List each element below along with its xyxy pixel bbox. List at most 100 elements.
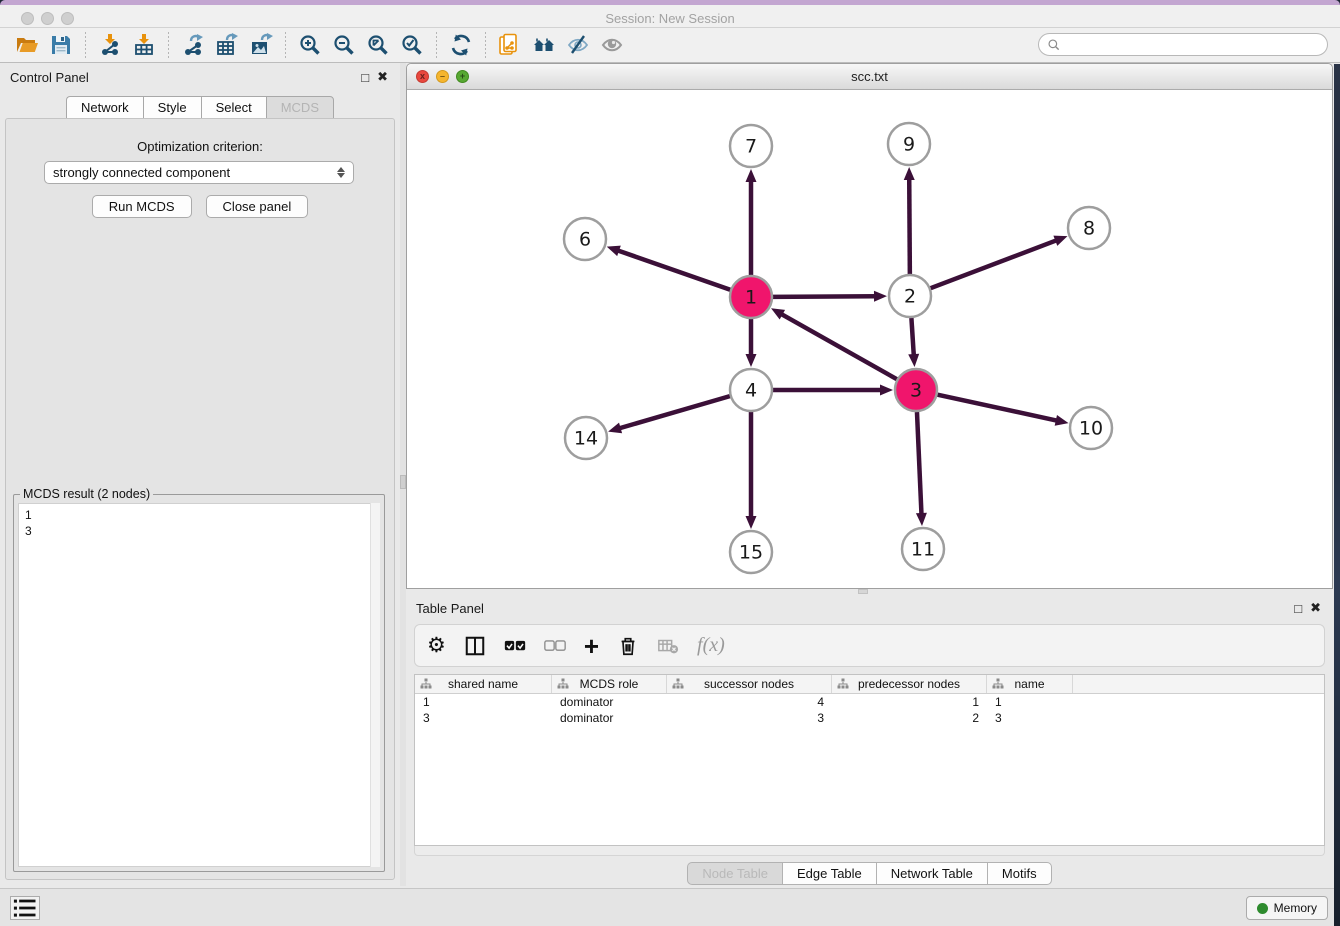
open-file-icon[interactable]: [12, 31, 42, 59]
mcds-result-text[interactable]: 1 3: [18, 503, 380, 867]
export-image-icon[interactable]: [246, 31, 276, 59]
table-tab-edge-table[interactable]: Edge Table: [782, 862, 876, 885]
table-cell[interactable]: 4: [667, 694, 832, 710]
table-tab-network-table[interactable]: Network Table: [876, 862, 987, 885]
table-panel-title: Table Panel: [416, 601, 484, 616]
graph-edge-2-8[interactable]: [931, 240, 1058, 288]
show-columns-icon[interactable]: [464, 635, 486, 657]
home-icon[interactable]: [529, 31, 559, 59]
import-table-icon[interactable]: [129, 31, 159, 59]
node-table[interactable]: shared nameMCDS rolesuccessor nodesprede…: [414, 674, 1325, 846]
table-cell[interactable]: 2: [832, 710, 987, 726]
table-cell[interactable]: 3: [987, 710, 1073, 726]
import-network-icon[interactable]: [95, 31, 125, 59]
edge-arrowhead: [1055, 415, 1069, 426]
table-row[interactable]: 3dominator323: [415, 710, 1324, 726]
table-cell[interactable]: 1: [987, 694, 1073, 710]
refresh-icon[interactable]: [446, 31, 476, 59]
graph-edge-4-14[interactable]: [619, 396, 730, 428]
zoom-in-icon[interactable]: [295, 31, 325, 59]
graph-edge-2-9[interactable]: [909, 178, 910, 274]
graph-node-label: 10: [1079, 418, 1103, 440]
search-input[interactable]: [1065, 34, 1327, 55]
table-cell[interactable]: 1: [832, 694, 987, 710]
column-header-predecessor-nodes[interactable]: predecessor nodes: [832, 675, 987, 693]
graph-node-label: 3: [910, 380, 922, 402]
control-tab-style[interactable]: Style: [143, 96, 201, 119]
delete-column-trash-icon[interactable]: [617, 635, 639, 657]
control-tab-mcds[interactable]: MCDS: [266, 96, 334, 119]
graph-node-label: 1: [745, 287, 757, 309]
control-panel-close-icon[interactable]: ✖: [377, 69, 388, 85]
table-tab-motifs[interactable]: Motifs: [987, 862, 1052, 885]
table-cell[interactable]: dominator: [552, 710, 667, 726]
table-row[interactable]: 1dominator411: [415, 694, 1324, 710]
edge-arrowhead: [916, 513, 927, 526]
control-panel-float-icon[interactable]: □: [361, 70, 369, 85]
graph-edge-3-1[interactable]: [781, 314, 897, 380]
memory-label: Memory: [1274, 901, 1317, 915]
table-cell[interactable]: 1: [415, 694, 552, 710]
column-header-shared-name[interactable]: shared name: [415, 675, 552, 693]
edge-arrowhead: [880, 385, 893, 396]
graph-node-label: 14: [574, 428, 598, 450]
optimization-criterion-dropdown[interactable]: strongly connected component: [44, 161, 354, 184]
column-header-name[interactable]: name: [987, 675, 1073, 693]
graph-edge-3-10[interactable]: [937, 395, 1057, 421]
table-panel-close-icon[interactable]: ✖: [1310, 600, 1321, 616]
add-column-icon[interactable]: +: [584, 636, 599, 656]
column-header-successor-nodes[interactable]: successor nodes: [667, 675, 832, 693]
export-table-icon[interactable]: [212, 31, 242, 59]
graph-edge-3-11[interactable]: [917, 412, 922, 515]
graph-node-label: 9: [903, 134, 915, 156]
graph-node-label: 8: [1083, 218, 1095, 240]
deselect-all-icon[interactable]: [544, 635, 566, 657]
edge-arrowhead: [607, 246, 621, 256]
column-type-icon: [672, 678, 684, 690]
table-cell[interactable]: dominator: [552, 694, 667, 710]
control-tab-network[interactable]: Network: [66, 96, 143, 119]
toolbar-separator: [485, 32, 486, 58]
column-type-icon: [557, 678, 569, 690]
graph-edge-2-3[interactable]: [911, 318, 913, 356]
run-mcds-button[interactable]: Run MCDS: [92, 195, 192, 218]
dropdown-stepper-icon: [337, 167, 345, 178]
column-header-MCDS-role[interactable]: MCDS role: [552, 675, 667, 693]
graph-edge-1-6[interactable]: [617, 250, 730, 290]
table-tab-node-table[interactable]: Node Table: [687, 862, 782, 885]
table-panel-float-icon[interactable]: □: [1294, 601, 1302, 616]
show-panel-eye-icon[interactable]: [597, 31, 627, 59]
control-panel-title: Control Panel: [10, 70, 89, 85]
zoom-out-icon[interactable]: [329, 31, 359, 59]
edge-arrowhead: [746, 516, 757, 529]
mcds-result-scrollbar[interactable]: [370, 503, 380, 867]
select-all-icon[interactable]: [504, 635, 526, 657]
graph-node-label: 7: [745, 136, 757, 158]
memory-button[interactable]: Memory: [1246, 896, 1328, 920]
table-cell[interactable]: 3: [667, 710, 832, 726]
hide-panel-eye-icon[interactable]: [563, 31, 593, 59]
control-tab-select[interactable]: Select: [201, 96, 266, 119]
close-panel-button[interactable]: Close panel: [206, 195, 309, 218]
table-hscrollbar[interactable]: [414, 846, 1325, 856]
table-settings-gear-icon[interactable]: ⚙: [427, 633, 446, 658]
optimization-criterion-label: Optimization criterion:: [6, 139, 394, 154]
network-graph[interactable]: 7968124314101511: [407, 90, 1332, 588]
edge-arrowhead: [746, 354, 757, 367]
save-session-icon[interactable]: [46, 31, 76, 59]
search-field[interactable]: [1038, 33, 1328, 56]
zoom-fit-icon[interactable]: [363, 31, 393, 59]
column-type-icon: [837, 678, 849, 690]
zoom-selected-icon[interactable]: [397, 31, 427, 59]
toolbar-separator: [168, 32, 169, 58]
task-history-button[interactable]: [10, 896, 40, 920]
main-toolbar: [0, 28, 1340, 63]
mcds-panel: Optimization criterion: strongly connect…: [5, 118, 395, 880]
status-bar: Memory: [0, 888, 1340, 926]
table-cell[interactable]: 3: [415, 710, 552, 726]
new-network-icon[interactable]: [495, 31, 525, 59]
function-builder-icon: f(x): [697, 634, 725, 657]
edge-arrowhead: [904, 167, 915, 180]
graph-edge-1-2[interactable]: [773, 296, 876, 297]
export-network-icon[interactable]: [178, 31, 208, 59]
